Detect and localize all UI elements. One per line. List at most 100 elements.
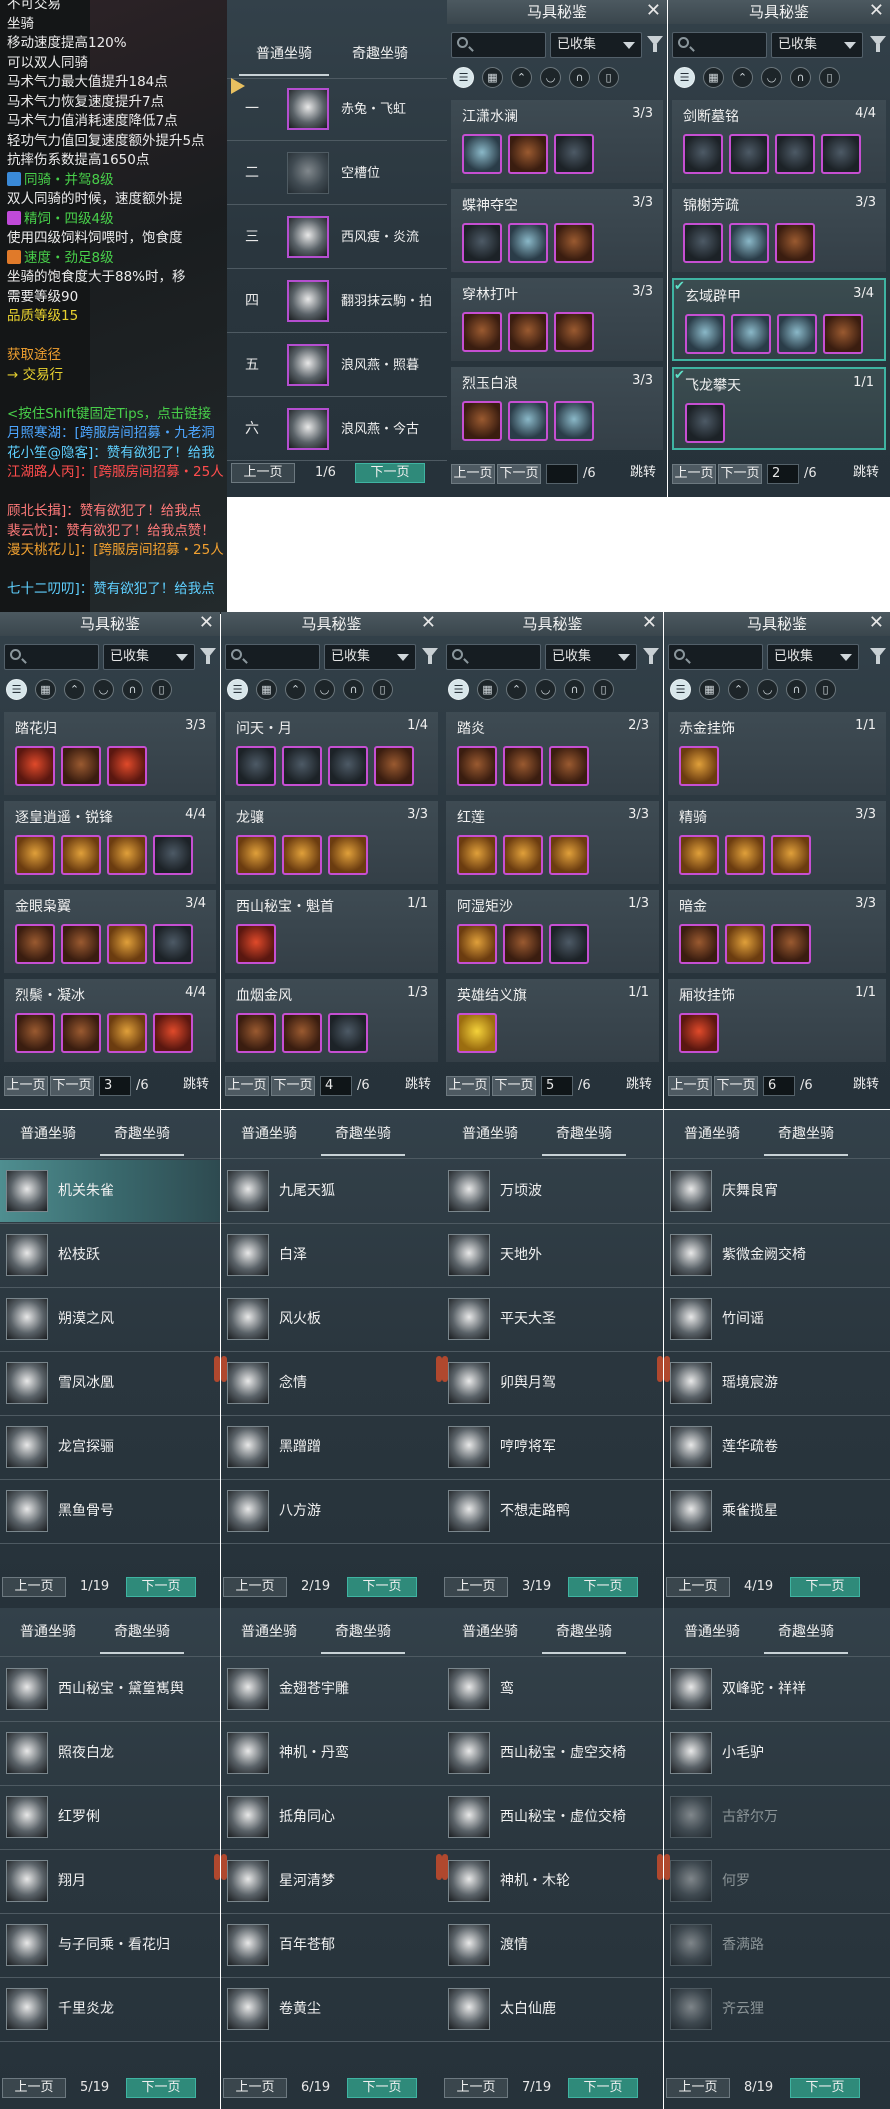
equipment-slot[interactable]: [771, 835, 811, 875]
tab-fun-mounts[interactable]: 奇趣坐骑: [321, 1610, 405, 1654]
next-page-button[interactable]: 下一页: [126, 2078, 196, 2098]
head-tab[interactable]: ▦: [477, 679, 498, 700]
equipment-slot[interactable]: [153, 924, 193, 964]
equipment-slot[interactable]: [775, 223, 815, 263]
next-page-button[interactable]: 下一页: [492, 1076, 536, 1096]
fun-mount-row[interactable]: 渡情: [442, 1914, 663, 1978]
equipment-slot[interactable]: [15, 1013, 55, 1053]
equipment-set-row[interactable]: 烈玉白浪 3/3: [451, 367, 663, 450]
mount-slot-row[interactable]: 三 西风瘦・炎流: [227, 206, 447, 269]
fun-mount-row[interactable]: 西山秘宝・黛篁嶲舆: [0, 1658, 220, 1722]
equipment-slot[interactable]: [731, 314, 771, 354]
fun-mount-row[interactable]: 风火板: [221, 1288, 442, 1352]
chest-tab[interactable]: ◡: [93, 679, 114, 700]
fun-mount-row[interactable]: 松枝跃: [0, 1224, 220, 1288]
mount-slot-row[interactable]: 六 浪风燕・今古: [227, 398, 447, 461]
equipment-slot[interactable]: [457, 1013, 497, 1053]
equipment-slot[interactable]: [61, 746, 101, 786]
next-page-button[interactable]: 下一页: [347, 2078, 417, 2098]
equipment-slot[interactable]: [679, 746, 719, 786]
filter-icon[interactable]: [870, 36, 886, 52]
equipment-slot[interactable]: [328, 835, 368, 875]
fun-mount-row[interactable]: 九尾天狐: [221, 1160, 442, 1224]
fun-mount-row[interactable]: 红罗俐: [0, 1786, 220, 1850]
equipment-slot[interactable]: [107, 835, 147, 875]
head-tab[interactable]: ▦: [35, 679, 56, 700]
jump-button[interactable]: 跳转: [846, 1076, 886, 1096]
equipment-slot[interactable]: [554, 401, 594, 441]
scroll-handle[interactable]: [221, 1356, 227, 1382]
tab-normal-mounts[interactable]: 普通坐骑: [6, 1610, 90, 1654]
equipment-set-row[interactable]: 江潇水澜 3/3: [451, 100, 663, 183]
fun-mount-row[interactable]: 卷黄尘: [221, 1978, 442, 2042]
equipment-set-row[interactable]: 烈鬃・凝冰 4/4: [4, 979, 216, 1062]
equipment-set-row[interactable]: ✔ 玄域辟甲 3/4: [672, 278, 886, 361]
mount-slot-row[interactable]: 一 赤兔・飞虹: [227, 78, 447, 141]
equipment-slot[interactable]: [503, 746, 543, 786]
fun-mount-row[interactable]: 不想走路鸭: [442, 1480, 663, 1544]
fun-mount-row[interactable]: 紫微金阙交椅: [664, 1224, 890, 1288]
search-input[interactable]: [446, 644, 541, 670]
tab-normal-mounts[interactable]: 普通坐骑: [227, 1112, 311, 1156]
equipment-slot[interactable]: [777, 314, 817, 354]
prev-page-button[interactable]: 上一页: [666, 1577, 730, 1597]
fun-mount-row[interactable]: 与子同乘・看花归: [0, 1914, 220, 1978]
prev-page-button[interactable]: 上一页: [444, 2078, 508, 2098]
fun-mount-row[interactable]: 哼哼将军: [442, 1416, 663, 1480]
next-page-button[interactable]: 下一页: [347, 1577, 417, 1597]
filter-icon[interactable]: [643, 648, 659, 664]
equipment-slot[interactable]: [457, 746, 497, 786]
equipment-slot[interactable]: [508, 401, 548, 441]
chest-tab[interactable]: ◡: [535, 679, 556, 700]
prev-page-button[interactable]: 上一页: [2, 1577, 66, 1597]
equipment-slot[interactable]: [15, 746, 55, 786]
equipment-slot[interactable]: [61, 835, 101, 875]
filter-icon[interactable]: [647, 36, 663, 52]
equipment-slot[interactable]: [462, 223, 502, 263]
tab-normal-mounts[interactable]: 普通坐骑: [6, 1112, 90, 1156]
fun-mount-row[interactable]: 庆舞良宵: [664, 1160, 890, 1224]
fun-mount-row[interactable]: 金翅苍宇雕: [221, 1658, 442, 1722]
tab-fun-mounts[interactable]: 奇趣坐骑: [542, 1112, 626, 1156]
collected-filter-select[interactable]: 已收集: [103, 644, 195, 670]
equipment-slot[interactable]: [554, 134, 594, 174]
fun-mount-row[interactable]: 抵角同心: [221, 1786, 442, 1850]
prev-page-button[interactable]: 上一页: [223, 2078, 287, 2098]
saddle-tab[interactable]: ⌃: [732, 67, 753, 88]
search-input[interactable]: [451, 32, 546, 58]
all-parts-tab[interactable]: ☰: [453, 67, 474, 88]
foot-tab[interactable]: ∩: [564, 679, 585, 700]
head-tab[interactable]: ▦: [703, 67, 724, 88]
close-icon[interactable]: ✕: [869, 0, 884, 22]
foot-tab[interactable]: ∩: [569, 67, 590, 88]
equipment-slot[interactable]: [679, 1013, 719, 1053]
tab-normal-mounts[interactable]: 普通坐骑: [670, 1610, 754, 1654]
fun-mount-row[interactable]: 神机・木轮: [442, 1850, 663, 1914]
equipment-slot[interactable]: [685, 314, 725, 354]
accessory-tab[interactable]: ▯: [819, 67, 840, 88]
fun-mount-row[interactable]: 八方游: [221, 1480, 442, 1544]
chest-tab[interactable]: ◡: [314, 679, 335, 700]
collected-filter-select[interactable]: 已收集: [324, 644, 416, 670]
collected-filter-select[interactable]: 已收集: [550, 32, 642, 58]
accessory-tab[interactable]: ▯: [815, 679, 836, 700]
tab-normal-mounts[interactable]: 普通坐骑: [448, 1112, 532, 1156]
search-input[interactable]: [225, 644, 320, 670]
equipment-set-row[interactable]: 暗金 3/3: [668, 890, 886, 973]
tab-normal-mounts[interactable]: 普通坐骑: [227, 1610, 311, 1654]
equipment-slot[interactable]: [236, 1013, 276, 1053]
fun-mount-row[interactable]: 天地外: [442, 1224, 663, 1288]
equipment-slot[interactable]: [821, 134, 861, 174]
scroll-handle[interactable]: [442, 1854, 448, 1880]
page-number-input[interactable]: [546, 464, 578, 484]
equipment-slot[interactable]: [462, 401, 502, 441]
equipment-set-row[interactable]: 锦榭芳疏 3/3: [672, 189, 886, 272]
fun-mount-row[interactable]: 竹间谣: [664, 1288, 890, 1352]
foot-tab[interactable]: ∩: [786, 679, 807, 700]
equipment-slot[interactable]: [236, 835, 276, 875]
chest-tab[interactable]: ◡: [757, 679, 778, 700]
close-icon[interactable]: ✕: [869, 612, 884, 634]
fun-mount-row[interactable]: 西山秘宝・虚空交椅: [442, 1722, 663, 1786]
accessory-tab[interactable]: ▯: [598, 67, 619, 88]
scroll-handle[interactable]: [214, 1356, 220, 1382]
